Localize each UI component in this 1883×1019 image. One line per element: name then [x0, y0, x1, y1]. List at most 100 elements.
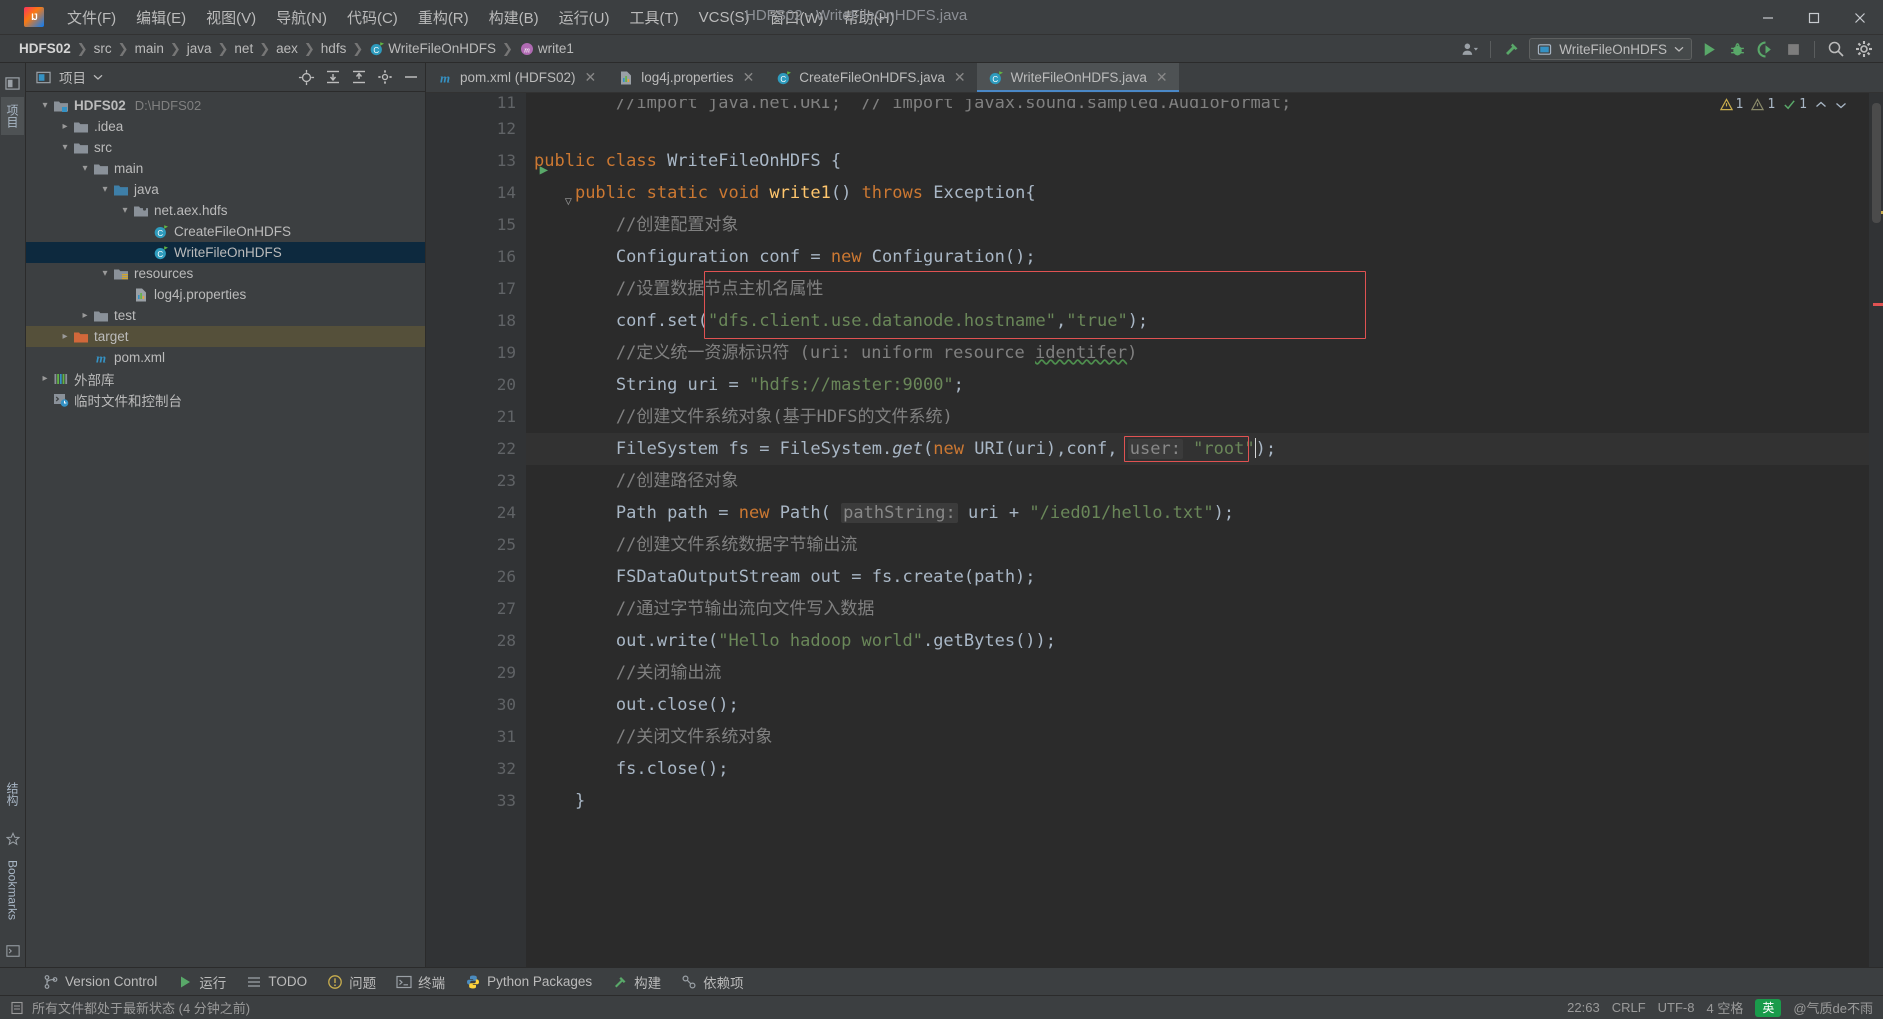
breadcrumb-item-net[interactable]: net — [229, 39, 258, 58]
menu-tools[interactable]: 工具(T) — [620, 3, 687, 32]
line-number-18[interactable]: 18 — [426, 305, 526, 337]
run-button[interactable] — [1698, 38, 1720, 60]
scrollbar-thumb[interactable] — [1872, 103, 1881, 223]
stop-button[interactable] — [1782, 38, 1804, 60]
breadcrumb-item-src[interactable]: src — [89, 39, 117, 58]
editor-tab-writefileonhdfs-java[interactable]: C WriteFileOnHDFS.java ✕ — [976, 63, 1179, 92]
code-editor[interactable]: 11 12 13 ▶ 14 ▽ 15 16 17 18 19 20 21 22 23 24 25 26 27 28 29… — [426, 93, 1883, 967]
caret-position[interactable]: 22:63 — [1567, 1000, 1600, 1015]
line-number-25[interactable]: 25 — [426, 529, 526, 561]
scroll-from-source-icon[interactable] — [298, 69, 315, 86]
chevron-down-icon[interactable]: ▾ — [38, 100, 52, 111]
line-separator[interactable]: CRLF — [1612, 1000, 1646, 1015]
line-number-26[interactable]: 26 — [426, 561, 526, 593]
code-line-30[interactable]: out.close(); — [526, 689, 1869, 721]
file-encoding[interactable]: UTF-8 — [1658, 1000, 1695, 1015]
line-number-27[interactable]: 27 — [426, 593, 526, 625]
code-line-16[interactable]: Configuration conf = new Configuration()… — [526, 241, 1869, 273]
breadcrumb-item-hdfs[interactable]: hdfs — [316, 39, 352, 58]
line-number-12[interactable]: 12 — [426, 113, 526, 145]
bottom-tab-terminal[interactable]: 终端 — [387, 969, 454, 995]
line-number-15[interactable]: 15 — [426, 209, 526, 241]
line-number-19[interactable]: 19 — [426, 337, 526, 369]
bookmarks-star-icon[interactable] — [5, 831, 21, 847]
menu-run[interactable]: 运行(U) — [550, 3, 619, 32]
line-number-28[interactable]: 28 — [426, 625, 526, 657]
code-line-28[interactable]: out.write("Hello hadoop world".getBytes(… — [526, 625, 1869, 657]
chevron-down-icon[interactable]: ▾ — [98, 184, 112, 195]
tree-node-hdfs02[interactable]: ▾ HDFS02 D:\HDFS02 — [26, 95, 425, 116]
chevron-right-icon[interactable]: ▸ — [38, 373, 52, 384]
line-number-23[interactable]: 23 — [426, 465, 526, 497]
menu-code[interactable]: 代码(C) — [338, 3, 407, 32]
build-hammer-icon[interactable] — [1501, 38, 1523, 60]
bottom-tab-version-control[interactable]: Version Control — [34, 971, 166, 993]
close-icon[interactable]: ✕ — [1156, 69, 1168, 86]
tree-node-resources[interactable]: ▾ resources — [26, 263, 425, 284]
run-configuration-selector[interactable]: WriteFileOnHDFS — [1529, 38, 1692, 60]
breadcrumb-item-java[interactable]: java — [182, 39, 217, 58]
settings-gear-icon[interactable] — [1853, 38, 1875, 60]
collapse-all-icon[interactable] — [351, 69, 367, 85]
code-line-25[interactable]: //创建文件系统数据字节输出流 — [526, 529, 1869, 561]
breadcrumb-item-write1[interactable]: m write1 — [514, 39, 579, 58]
terminal-corner-icon[interactable] — [5, 943, 21, 959]
menu-edit[interactable]: 编辑(E) — [127, 3, 195, 32]
code-line-27[interactable]: //通过字节输出流向文件写入数据 — [526, 593, 1869, 625]
maximize-button[interactable] — [1791, 0, 1837, 35]
close-icon[interactable]: ✕ — [743, 69, 755, 86]
chevron-right-icon[interactable]: ▸ — [78, 310, 92, 321]
sidebar-item-structure[interactable]: 结构 — [1, 775, 24, 813]
code-line-33[interactable]: } — [526, 785, 1869, 817]
breadcrumb-item-writefileonhdfs[interactable]: C WriteFileOnHDFS — [364, 39, 501, 58]
code-line-12[interactable] — [526, 113, 1869, 145]
line-number-33[interactable]: 33 — [426, 785, 526, 817]
code-line-29[interactable]: //关闭输出流 — [526, 657, 1869, 689]
line-number-24[interactable]: 24 — [426, 497, 526, 529]
code-text[interactable]: 1 1 1 //import java.net.URI; // import j… — [526, 93, 1869, 967]
line-number-29[interactable]: 29 — [426, 657, 526, 689]
bottom-tab-build[interactable]: 构建 — [603, 969, 670, 995]
chevron-down-icon[interactable]: ▾ — [58, 142, 72, 153]
indent-setting[interactable]: 4 空格 — [1706, 998, 1743, 1017]
line-number-16[interactable]: 16 — [426, 241, 526, 273]
code-line-19[interactable]: //定义统一资源标识符 (uri: uniform resource ident… — [526, 337, 1869, 369]
line-number-30[interactable]: 30 — [426, 689, 526, 721]
bottom-tab-python-packages[interactable]: Python Packages — [456, 971, 601, 993]
breadcrumb-item-aex[interactable]: aex — [271, 39, 303, 58]
code-line-26[interactable]: FSDataOutputStream out = fs.create(path)… — [526, 561, 1869, 593]
menu-navigate[interactable]: 导航(N) — [267, 3, 336, 32]
tree-node-.idea[interactable]: ▸ .idea — [26, 116, 425, 137]
sidebar-item-bookmarks[interactable]: Bookmarks — [3, 853, 23, 927]
bottom-tab-problems[interactable]: 问题 — [318, 969, 385, 995]
code-line-17[interactable]: //设置数据节点主机名属性 — [526, 273, 1869, 305]
tree-node-pom.xml[interactable]: m pom.xml — [26, 347, 425, 368]
code-line-18[interactable]: conf.set("dfs.client.use.datanode.hostna… — [526, 305, 1869, 337]
tree-node-createfileonhdfs[interactable]: C CreateFileOnHDFS — [26, 221, 425, 242]
project-tree[interactable]: ▾ HDFS02 D:\HDFS02 ▸ .idea ▾ src ▾ main ▾ java ▾ net… — [26, 92, 425, 967]
close-icon[interactable]: ✕ — [954, 69, 966, 86]
code-line-20[interactable]: String uri = "hdfs://master:9000"; — [526, 369, 1869, 401]
menu-view[interactable]: 视图(V) — [197, 3, 265, 32]
code-line-32[interactable]: fs.close(); — [526, 753, 1869, 785]
ime-indicator[interactable]: 英 — [1755, 998, 1782, 1017]
code-line-14[interactable]: public static void write1() throws Excep… — [526, 177, 1869, 209]
line-number-14[interactable]: 14 ▽ — [426, 177, 572, 209]
code-line-21[interactable]: //创建文件系统对象(基于HDFS的文件系统) — [526, 401, 1869, 433]
tree-node-java[interactable]: ▾ java — [26, 179, 425, 200]
tree-node-writefileonhdfs[interactable]: C WriteFileOnHDFS — [26, 242, 425, 263]
tree-node-log4j.properties[interactable]: log4j.properties — [26, 284, 425, 305]
bottom-tab-todo[interactable]: TODO — [237, 971, 316, 993]
line-number-17[interactable]: 17 — [426, 273, 526, 305]
line-number-22[interactable]: 22 — [426, 433, 526, 465]
tree-node-src[interactable]: ▾ src — [26, 137, 425, 158]
expand-all-icon[interactable] — [325, 69, 341, 85]
account-icon[interactable] — [1458, 38, 1480, 60]
inspections-chevron-up-icon[interactable] — [1815, 99, 1827, 111]
tree-node--[interactable]: ▸ 外部库 — [26, 368, 425, 389]
marker-error[interactable] — [1873, 303, 1883, 306]
line-number-31[interactable]: 31 — [426, 721, 526, 753]
project-panel-chevron-down-icon[interactable] — [93, 72, 103, 82]
hide-panel-icon[interactable] — [403, 69, 419, 85]
sidebar-item-project[interactable]: 项目 — [1, 97, 24, 135]
